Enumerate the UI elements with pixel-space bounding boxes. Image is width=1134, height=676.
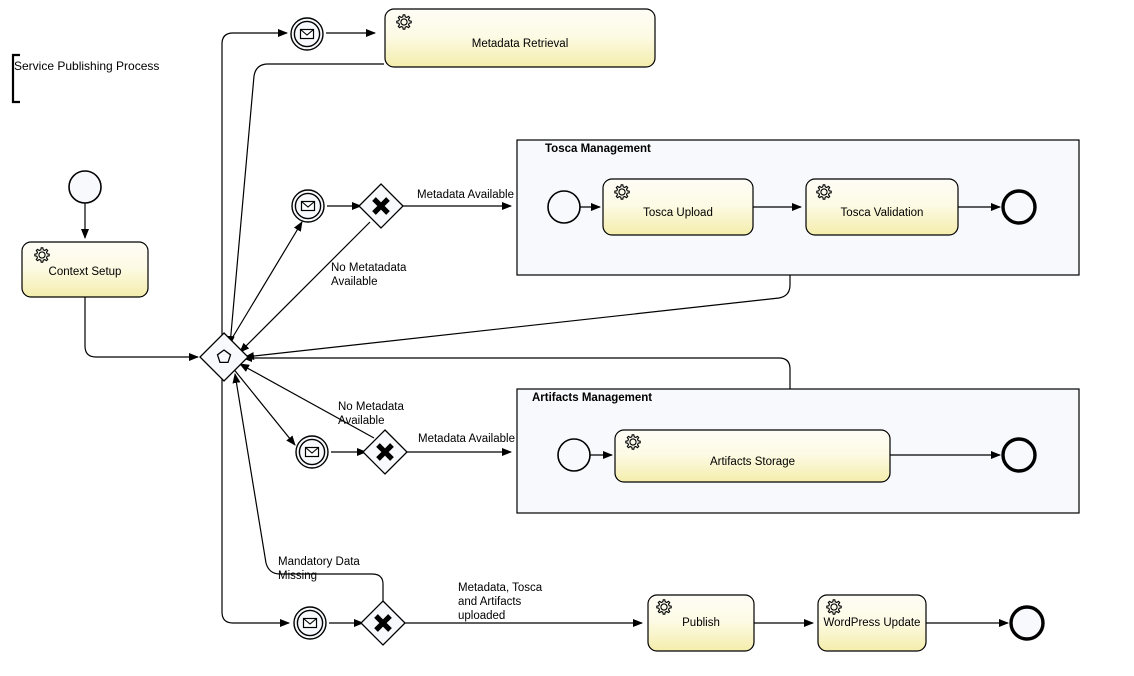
complex-gateway[interactable] [199, 332, 249, 382]
intermediate-message-event-publish[interactable] [293, 606, 327, 640]
start-event-artifacts[interactable] [557, 438, 591, 472]
flow-context-setup-to-gateway [84, 296, 199, 361]
task-label-context-setup: Context Setup [48, 266, 122, 278]
flow-label-all-uploaded: Metadata, Tosca and Artifacts uploaded [458, 582, 543, 622]
page-title: Service Publishing Process [14, 59, 160, 73]
intermediate-message-event-tosca[interactable] [291, 189, 325, 223]
pool-title-artifacts: Artifacts Management [532, 392, 653, 404]
flow-label-metadata-available-tosca: Metadata Available [417, 189, 514, 201]
end-event-tosca[interactable] [1001, 189, 1037, 225]
flow-label-no-metadata-available: No Metadata Available [338, 401, 404, 427]
bpmn-diagram-canvas: Service Publishing Process Tosca Managem… [0, 0, 1134, 676]
end-event-artifacts[interactable] [1001, 437, 1037, 473]
flow-label-mandatory-data-missing: Mandatory Data Missing [278, 556, 360, 582]
flow-gateway-to-message-artifacts [231, 366, 296, 446]
flow-label-no-metatadata-available: No Metatadata Available [331, 262, 407, 288]
flow-label-metadata-available-artifacts: Metadata Available [418, 433, 515, 445]
task-label-metadata-retrieval: Metadata Retrieval [471, 38, 569, 50]
exclusive-gateway-artifacts[interactable] [362, 429, 408, 475]
task-label-tosca-validation: Tosca Validation [840, 207, 924, 219]
flow-pool-tosca-to-gateway [244, 275, 791, 360]
start-event-tosca[interactable] [547, 190, 581, 224]
task-label-tosca-upload: Tosca Upload [643, 207, 713, 219]
exclusive-gateway-tosca[interactable] [358, 183, 404, 229]
task-label-wordpress-update: WordPress Update [823, 617, 921, 629]
task-label-publish: Publish [682, 617, 720, 629]
exclusive-gateway-publish[interactable] [360, 600, 406, 646]
task-label-artifacts-storage: Artifacts Storage [709, 456, 795, 468]
pool-title-tosca: Tosca Management [545, 143, 651, 155]
flow-pool-artifacts-to-gateway [242, 354, 791, 389]
end-event-main[interactable] [1009, 605, 1045, 641]
intermediate-message-event-artifacts[interactable] [295, 435, 329, 469]
intermediate-message-event-metadata[interactable] [290, 17, 324, 51]
start-event-main[interactable] [68, 170, 102, 204]
